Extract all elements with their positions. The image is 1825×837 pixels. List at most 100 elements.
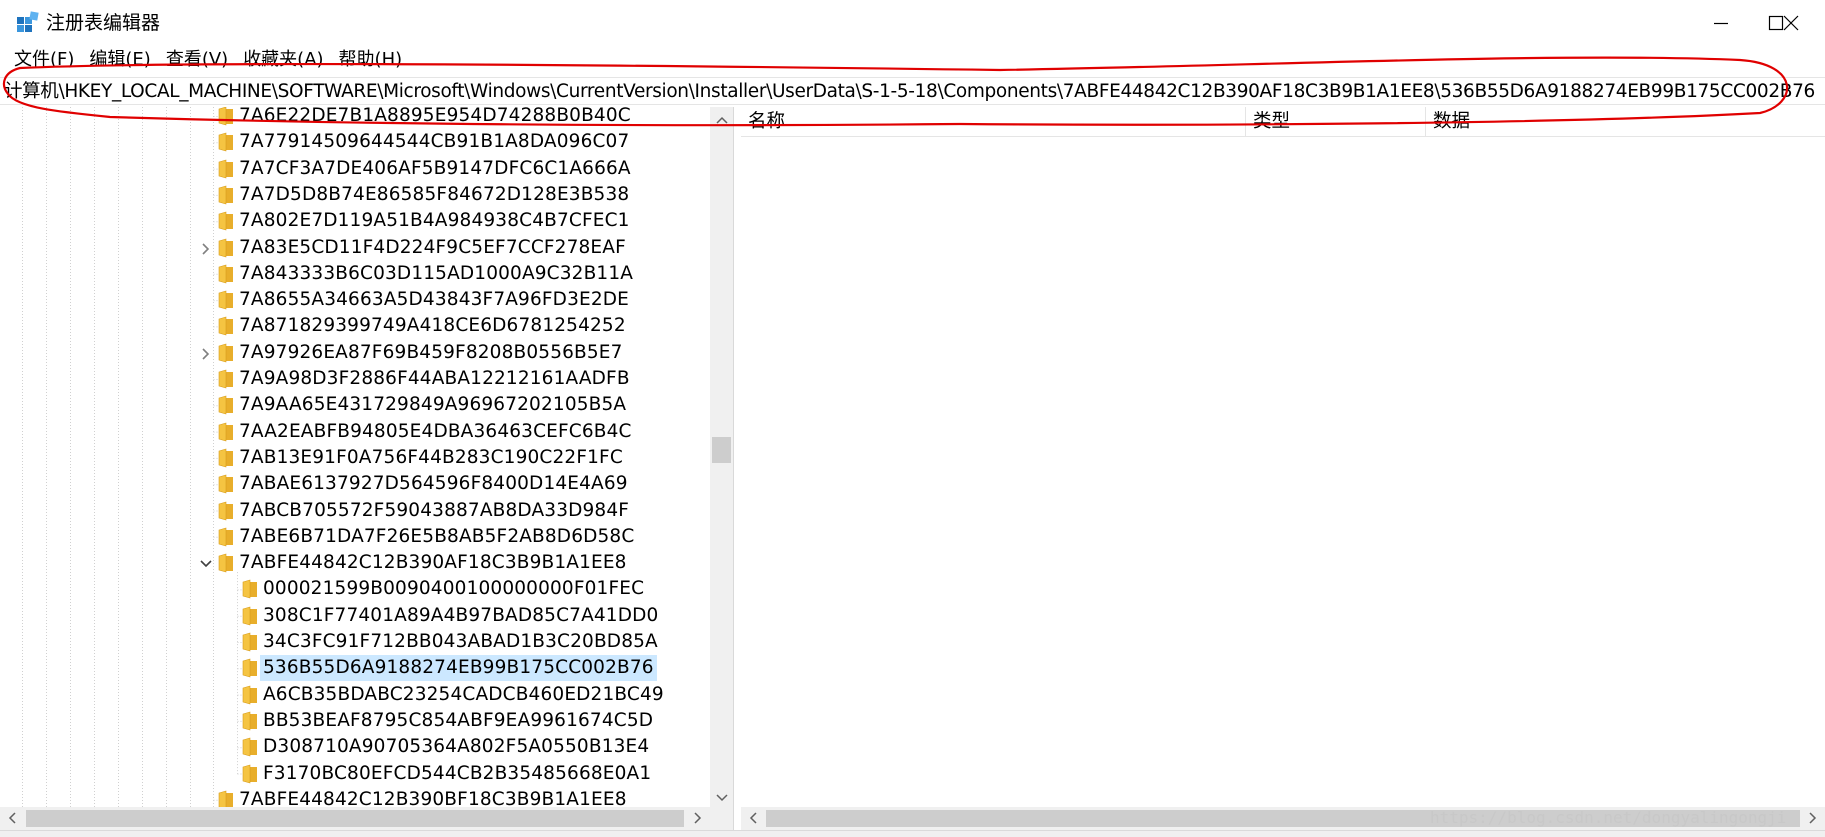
tree-item-label: A6CB35BDABC23254CADCB460ED21BC49	[263, 683, 664, 705]
tree-item[interactable]: 7AB13E91F0A756F44B283C190C22F1FC	[0, 445, 710, 471]
folder-icon	[218, 395, 234, 415]
tree-item-label: 7A97926EA87F69B459F8208B0556B5E7	[239, 341, 623, 363]
column-header-type[interactable]: 类型	[1246, 107, 1426, 137]
tree-item[interactable]: 7ABE6B71DA7F26E5B8AB5F2AB8D6D58C	[0, 524, 710, 550]
tree-item[interactable]: 34C3FC91F712BB043ABAD1B3C20BD85A	[0, 629, 710, 655]
pane-splitter[interactable]	[733, 107, 741, 837]
tree-item[interactable]: D308710A90705364A802F5A0550B13E4	[0, 734, 710, 760]
column-header-data[interactable]: 数据	[1426, 107, 1825, 137]
collapsed-chevron-icon[interactable]	[199, 241, 213, 255]
tree-item-label: 34C3FC91F712BB043ABAD1B3C20BD85A	[263, 631, 658, 652]
tree-item[interactable]: 536B55D6A9188274EB99B175CC002B76	[0, 655, 710, 682]
scroll-up-button[interactable]	[710, 107, 733, 129]
list-scroll-right-button[interactable]	[1801, 807, 1825, 830]
minimize-icon	[1713, 15, 1729, 31]
folder-icon	[218, 132, 234, 152]
tree-item[interactable]: 7A77914509644544CB91B1A8DA096C07	[0, 129, 710, 155]
tree-horizontal-scrollbar[interactable]	[0, 807, 710, 830]
tree-item-label: 000021599B0090400100000000F01FEC	[263, 578, 645, 600]
menu-edit[interactable]: 编辑(E)	[85, 47, 157, 73]
folder-icon	[242, 606, 258, 626]
tree-item[interactable]: 7A7D5D8B74E86585F84672D128E3B538	[0, 182, 710, 208]
tree-item[interactable]: 7A97926EA87F69B459F8208B0556B5E7	[0, 340, 710, 366]
values-list[interactable]: 名称 类型 数据	[741, 107, 1825, 807]
close-button[interactable]	[1756, 0, 1825, 46]
folder-icon	[218, 553, 234, 573]
tree-item[interactable]: A6CB35BDABC23254CADCB460ED21BC49	[0, 682, 710, 708]
scrollbar-corner	[710, 807, 733, 830]
close-icon	[1783, 15, 1799, 31]
column-header-name[interactable]: 名称	[741, 107, 1246, 137]
tree-item[interactable]: 7A6E22DE7B1A8895E954D74288B0B40C	[0, 107, 710, 129]
tree-item[interactable]: 7A83E5CD11F4D224F9C5EF7CCF278EAF	[0, 235, 710, 261]
folder-icon	[218, 159, 234, 179]
folder-icon	[218, 448, 234, 468]
tree-vertical-scrollbar[interactable]	[710, 107, 733, 807]
tree-item[interactable]: 7A9A98D3F2886F44ABA12212161AADFB	[0, 366, 710, 392]
folder-icon	[218, 422, 234, 442]
menu-favorites[interactable]: 收藏夹(A)	[239, 47, 330, 73]
tree-item-label: 7ABE6B71DA7F26E5B8AB5F2AB8D6D58C	[239, 525, 635, 547]
menu-help[interactable]: 帮助(H)	[335, 47, 410, 73]
tree-item-label: 7A871829399749A418CE6D6781254252	[239, 315, 626, 337]
tree-item[interactable]: 7AA2EABFB94805E4DBA36463CEFC6B4C	[0, 419, 710, 445]
menu-bar: 文件(F) 编辑(E) 查看(V) 收藏夹(A) 帮助(H)	[0, 46, 1825, 74]
tree-item[interactable]: 7A802E7D119A51B4A984938C4B7CFEC1	[0, 208, 710, 234]
tree-item[interactable]: F3170BC80EFCD544CB2B35485668E0A1	[0, 761, 710, 787]
scroll-down-button[interactable]	[710, 785, 733, 807]
tree-item-label: 7A77914509644544CB91B1A8DA096C07	[239, 131, 630, 153]
scroll-right-button[interactable]	[686, 807, 710, 830]
tree-hscroll-thumb[interactable]	[26, 810, 684, 827]
tree-item-label: 7A843333B6C03D115AD1000A9C32B11A	[239, 262, 634, 284]
address-path[interactable]: 计算机\HKEY_LOCAL_MACHINE\SOFTWARE\Microsof…	[4, 80, 1815, 104]
tree-item[interactable]: BB53BEAF8795C854ABF9EA9961674C5D	[0, 708, 710, 734]
tree-scroll-thumb[interactable]	[712, 437, 731, 463]
chevron-right-icon	[1809, 809, 1817, 828]
registry-tree[interactable]: 7A6E22DE7B1A8895E954D74288B0B40C 7A779145…	[0, 107, 733, 807]
folder-icon	[218, 264, 234, 284]
folder-icon	[242, 737, 258, 757]
menu-file[interactable]: 文件(F)	[10, 47, 81, 73]
folder-icon	[218, 343, 234, 363]
tree-item[interactable]: 7ABFE44842C12B390BF18C3B9B1A1EE8	[0, 787, 710, 807]
chevron-right-icon	[694, 809, 702, 828]
tree-item-label: 7A6E22DE7B1A8895E954D74288B0B40C	[239, 107, 631, 126]
tree-item[interactable]: 308C1F77401A89A4B97BAD85C7A41DD0	[0, 603, 710, 629]
tree-item-label: 7A9AA65E431729849A96967202105B5A	[239, 394, 627, 416]
tree-item[interactable]: 7A7CF3A7DE406AF5B9147DFC6C1A666A	[0, 156, 710, 182]
tree-item-label: 7A7CF3A7DE406AF5B9147DFC6C1A666A	[239, 157, 631, 179]
expanded-chevron-icon[interactable]	[199, 556, 213, 570]
address-bar[interactable]: 计算机\HKEY_LOCAL_MACHINE\SOFTWARE\Microsof…	[0, 77, 1825, 105]
folder-icon	[218, 211, 234, 231]
tree-item[interactable]: 7A9AA65E431729849A96967202105B5A	[0, 392, 710, 418]
tree-item[interactable]: 000021599B0090400100000000F01FEC	[0, 576, 710, 602]
tree-item[interactable]: 7A843333B6C03D115AD1000A9C32B11A	[0, 261, 710, 287]
tree-item-label: 7ABCB705572F59043887AB8DA33D984F	[239, 499, 630, 521]
list-scroll-left-button[interactable]	[741, 807, 765, 830]
tree-item[interactable]: 7ABFE44842C12B390AF18C3B9B1A1EE8	[0, 550, 710, 576]
tree-item[interactable]: 7A8655A34663A5D43843F7A96FD3E2DE	[0, 287, 710, 313]
window-title: 注册表编辑器	[46, 12, 161, 34]
title-bar: 注册表编辑器	[0, 0, 1825, 46]
folder-icon	[218, 790, 234, 807]
tree-item-label: F3170BC80EFCD544CB2B35485668E0A1	[263, 762, 652, 784]
status-bar	[0, 830, 1825, 837]
menu-view[interactable]: 查看(V)	[162, 47, 235, 73]
watermark: https://blog.csdn.net/dongyalingongji	[1430, 808, 1787, 827]
tree-item[interactable]: 7A871829399749A418CE6D6781254252	[0, 313, 710, 339]
collapsed-chevron-icon[interactable]	[199, 346, 213, 360]
folder-icon	[218, 501, 234, 521]
scroll-left-button[interactable]	[0, 807, 24, 830]
folder-icon	[218, 316, 234, 336]
tree-item[interactable]: 7ABCB705572F59043887AB8DA33D984F	[0, 498, 710, 524]
tree-item-label: 7AB13E91F0A756F44B283C190C22F1FC	[239, 446, 623, 468]
tree-item-label: BB53BEAF8795C854ABF9EA9961674C5D	[263, 709, 654, 731]
tree-item[interactable]: 7ABAE6137927D564596F8400D14E4A69	[0, 471, 710, 497]
tree-item-label: 7A7D5D8B74E86585F84672D128E3B538	[239, 183, 630, 205]
folder-icon	[242, 658, 258, 678]
folder-icon	[218, 238, 234, 258]
chevron-up-icon	[715, 109, 728, 128]
tree-item-label: 7ABFE44842C12B390AF18C3B9B1A1EE8	[239, 552, 627, 574]
tree-item-label: 7A802E7D119A51B4A984938C4B7CFEC1	[239, 210, 630, 232]
